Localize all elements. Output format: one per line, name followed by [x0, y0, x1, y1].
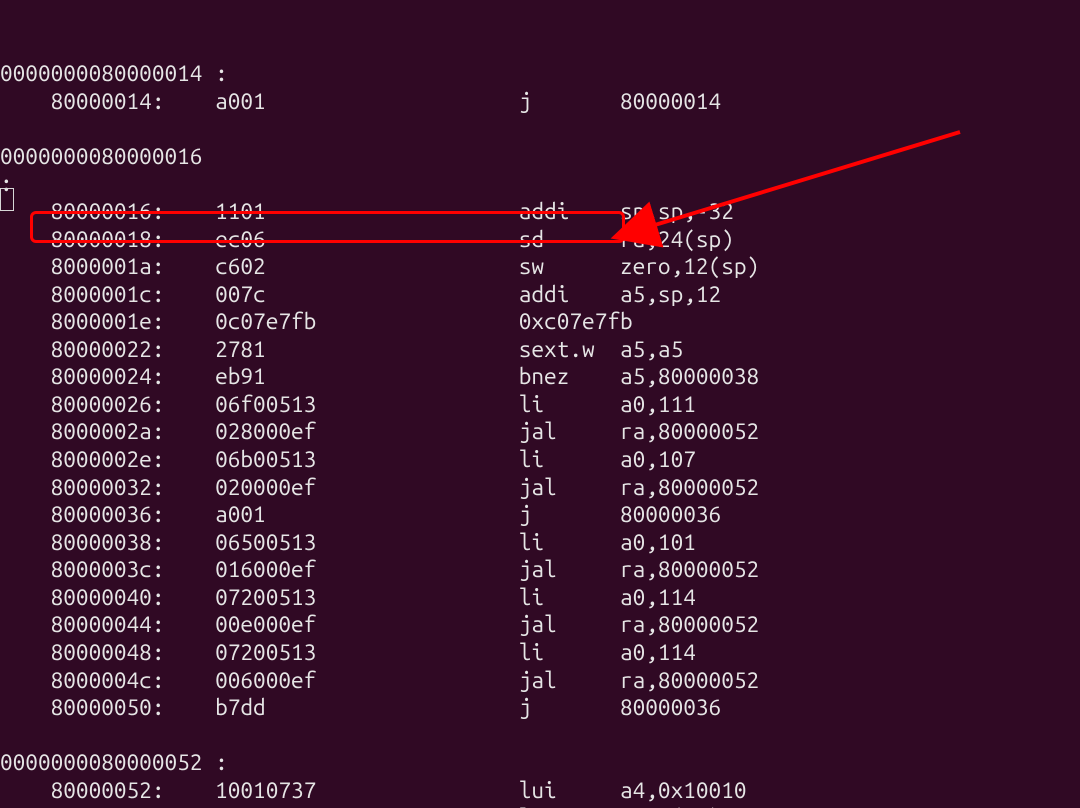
disasm-row: 80000038: 06500513 li a0,101: [0, 529, 1080, 557]
disasm-row: 80000036: a001 j 80000036: [0, 501, 1080, 529]
disasm-row: 80000056: 431c lw a5,0(a4): [0, 804, 1080, 808]
disasm-row: 80000024: eb91 bnez a5,80000038: [0, 363, 1080, 391]
disasm-row: 80000032: 020000ef jal ra,80000052: [0, 474, 1080, 502]
disasm-row: 8000004c: 006000ef jal ra,80000052: [0, 667, 1080, 695]
disasm-row: 8000001c: 007c addi a5,sp,12: [0, 281, 1080, 309]
disassembly-listing: 0000000080000014 : 80000014: a001 j 8000…: [0, 60, 1080, 808]
disasm-row: 80000040: 07200513 li a0,114: [0, 584, 1080, 612]
section-header: 0000000080000052 :: [0, 749, 1080, 777]
disasm-row: 80000018: ec06 sd ra,24(sp): [0, 226, 1080, 254]
disasm-row: 80000022: 2781 sext.w a5,a5: [0, 336, 1080, 364]
section-header: 0000000080000016 : 80000016: 1101 addi s…: [0, 143, 1080, 808]
disasm-row: 80000026: 06f00513 li a0,111: [0, 391, 1080, 419]
disasm-row: 80000050: b7dd j 80000036: [0, 694, 1080, 722]
disasm-row: 8000002e: 06b00513 li a0,107: [0, 446, 1080, 474]
disasm-row: 8000001e: 0c07e7fb 0xc07e7fb: [0, 308, 1080, 336]
section-header: 0000000080000014 :: [0, 60, 1080, 88]
disasm-row: 80000044: 00e000ef jal ra,80000052: [0, 611, 1080, 639]
disasm-row: 8000002a: 028000ef jal ra,80000052: [0, 418, 1080, 446]
terminal-cursor: [0, 188, 14, 211]
disasm-row: 8000001a: c602 sw zero,12(sp): [0, 253, 1080, 281]
disasm-row: 80000052: 10010737 lui a4,0x10010: [0, 777, 1080, 805]
blank-line: [0, 722, 1080, 750]
blank-line: [0, 115, 1080, 143]
terminal-screen[interactable]: 0000000080000014 : 80000014: a001 j 8000…: [0, 0, 1080, 808]
disasm-row: 80000016: 1101 addi sp,sp,-32: [0, 198, 1080, 226]
disasm-row: 8000003c: 016000ef jal ra,80000052: [0, 556, 1080, 584]
disasm-row: 80000048: 07200513 li a0,114: [0, 639, 1080, 667]
disasm-row: 80000014: a001 j 80000014: [0, 88, 1080, 116]
